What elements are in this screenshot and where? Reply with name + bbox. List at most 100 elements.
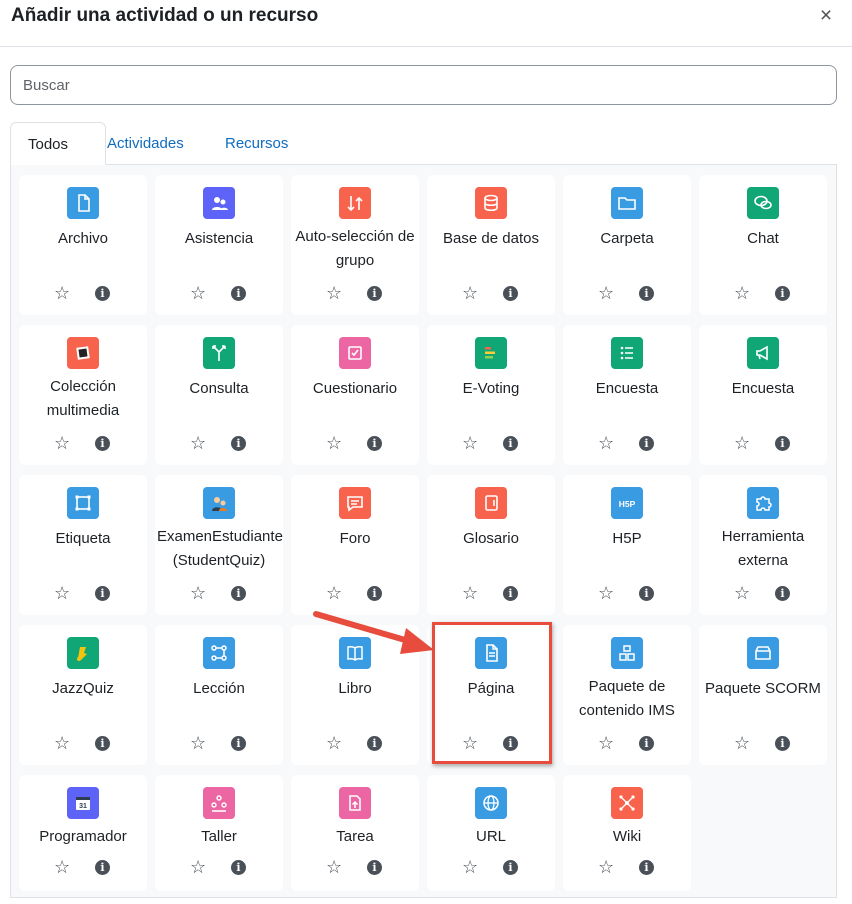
module-base-de-datos-3[interactable]: Base de datos ☆ i [427, 175, 555, 315]
star-icon[interactable]: ☆ [734, 434, 750, 452]
star-icon[interactable]: ☆ [462, 434, 478, 452]
module-jazzquiz-18[interactable]: JazzQuiz ☆ i [19, 625, 147, 765]
module-paquete-scorm-23[interactable]: Paquete SCORM ☆ i [699, 625, 827, 765]
info-icon[interactable]: i [639, 736, 654, 751]
star-icon[interactable]: ☆ [462, 858, 478, 876]
star-icon[interactable]: ☆ [54, 584, 70, 602]
module-encuesta-11[interactable]: Encuesta ☆ i [699, 325, 827, 465]
star-icon[interactable]: ☆ [598, 584, 614, 602]
star-icon[interactable]: ☆ [598, 858, 614, 876]
info-icon[interactable]: i [95, 286, 110, 301]
star-icon[interactable]: ☆ [734, 584, 750, 602]
module-wiki-28[interactable]: Wiki ☆ i [563, 775, 691, 891]
module-foro-14[interactable]: Foro ☆ i [291, 475, 419, 615]
star-icon[interactable]: ☆ [326, 584, 342, 602]
module-tarea-26[interactable]: Tarea ☆ i [291, 775, 419, 891]
info-icon[interactable]: i [503, 436, 518, 451]
module-paquete-de-contenido-ims-22[interactable]: Paquete de contenido IMS ☆ i [563, 625, 691, 765]
star-icon[interactable]: ☆ [598, 284, 614, 302]
folder-icon [611, 187, 643, 219]
info-icon[interactable]: i [639, 586, 654, 601]
star-icon[interactable]: ☆ [462, 284, 478, 302]
star-icon[interactable]: ☆ [326, 734, 342, 752]
star-icon[interactable]: ☆ [326, 434, 342, 452]
module-h5p-16[interactable]: H5P H5P ☆ i [563, 475, 691, 615]
info-icon[interactable]: i [95, 586, 110, 601]
h5p-icon: H5P [611, 487, 643, 519]
module-e-voting-9[interactable]: E-Voting ☆ i [427, 325, 555, 465]
star-icon[interactable]: ☆ [190, 284, 206, 302]
info-icon[interactable]: i [231, 736, 246, 751]
module-etiqueta-12[interactable]: Etiqueta ☆ i [19, 475, 147, 615]
star-icon[interactable]: ☆ [598, 434, 614, 452]
info-icon[interactable]: i [231, 860, 246, 875]
star-icon[interactable]: ☆ [54, 284, 70, 302]
tab-todos[interactable]: Todos [10, 122, 106, 165]
close-icon[interactable]: × [817, 5, 835, 27]
info-icon[interactable]: i [775, 436, 790, 451]
info-icon[interactable]: i [367, 436, 382, 451]
forum-icon [339, 487, 371, 519]
module-taller-25[interactable]: Taller ☆ i [155, 775, 283, 891]
module-label: Foro [339, 530, 371, 547]
module-pagina-21[interactable]: Página ☆ i [427, 625, 555, 765]
info-icon[interactable]: i [231, 286, 246, 301]
star-icon[interactable]: ☆ [326, 284, 342, 302]
search-input[interactable] [10, 65, 837, 105]
info-icon[interactable]: i [503, 736, 518, 751]
star-icon[interactable]: ☆ [190, 434, 206, 452]
star-icon[interactable]: ☆ [598, 734, 614, 752]
module-label: Herramienta externa [721, 528, 805, 569]
module-chat-5[interactable]: Chat ☆ i [699, 175, 827, 315]
module-label: Paquete SCORM [705, 680, 821, 697]
module-leccion-19[interactable]: Lección ☆ i [155, 625, 283, 765]
info-icon[interactable]: i [775, 586, 790, 601]
module-consulta-7[interactable]: Consulta ☆ i [155, 325, 283, 465]
star-icon[interactable]: ☆ [326, 858, 342, 876]
star-icon[interactable]: ☆ [190, 858, 206, 876]
info-icon[interactable]: i [367, 736, 382, 751]
module-label: H5P [612, 530, 642, 547]
info-icon[interactable]: i [95, 736, 110, 751]
star-icon[interactable]: ☆ [462, 734, 478, 752]
module-archivo-0[interactable]: Archivo ☆ i [19, 175, 147, 315]
info-icon[interactable]: i [639, 286, 654, 301]
star-icon[interactable]: ☆ [54, 858, 70, 876]
info-icon[interactable]: i [231, 586, 246, 601]
star-icon[interactable]: ☆ [54, 734, 70, 752]
module-examenestudiante-studentquiz-13[interactable]: ExamenEstudiante (StudentQuiz) ☆ i [155, 475, 283, 615]
info-icon[interactable]: i [503, 286, 518, 301]
info-icon[interactable]: i [503, 586, 518, 601]
info-icon[interactable]: i [503, 860, 518, 875]
tab-actividades[interactable]: Actividades [90, 122, 201, 165]
info-icon[interactable]: i [367, 586, 382, 601]
module-cuestionario-8[interactable]: Cuestionario ☆ i [291, 325, 419, 465]
module-programador-24[interactable]: 31 Programador ☆ i [19, 775, 147, 891]
info-icon[interactable]: i [231, 436, 246, 451]
info-icon[interactable]: i [367, 286, 382, 301]
module-label: Tarea [336, 828, 374, 845]
info-icon[interactable]: i [775, 286, 790, 301]
info-icon[interactable]: i [95, 860, 110, 875]
module-asistencia-1[interactable]: Asistencia ☆ i [155, 175, 283, 315]
tab-recursos[interactable]: Recursos [208, 122, 305, 165]
module-coleccion-multimedia-6[interactable]: Colección multimedia ☆ i [19, 325, 147, 465]
info-icon[interactable]: i [639, 436, 654, 451]
module-herramienta-externa-17[interactable]: Herramienta externa ☆ i [699, 475, 827, 615]
module-url-27[interactable]: URL ☆ i [427, 775, 555, 891]
info-icon[interactable]: i [775, 736, 790, 751]
star-icon[interactable]: ☆ [54, 434, 70, 452]
module-auto-seleccion-de-grupo-2[interactable]: Auto-selección de grupo ☆ i [291, 175, 419, 315]
star-icon[interactable]: ☆ [190, 734, 206, 752]
star-icon[interactable]: ☆ [734, 734, 750, 752]
star-icon[interactable]: ☆ [734, 284, 750, 302]
info-icon[interactable]: i [95, 436, 110, 451]
globe-icon [475, 787, 507, 819]
module-encuesta-10[interactable]: Encuesta ☆ i [563, 325, 691, 465]
module-carpeta-4[interactable]: Carpeta ☆ i [563, 175, 691, 315]
module-glosario-15[interactable]: Glosario ☆ i [427, 475, 555, 615]
info-icon[interactable]: i [367, 860, 382, 875]
star-icon[interactable]: ☆ [462, 584, 478, 602]
info-icon[interactable]: i [639, 860, 654, 875]
star-icon[interactable]: ☆ [190, 584, 206, 602]
